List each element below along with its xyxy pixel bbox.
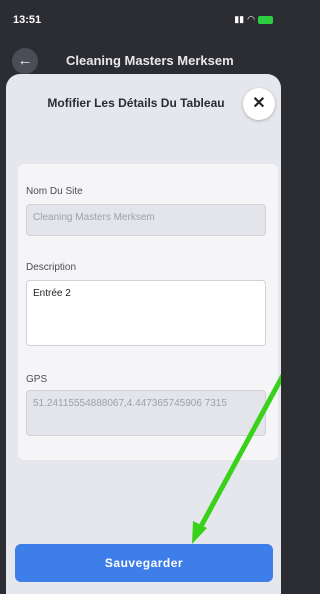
edit-modal: Mofifier Les Détails Du Tableau ✕ Nom Du…: [6, 74, 281, 594]
wifi-icon: ◠: [247, 14, 255, 24]
arrow-left-icon: ←: [17, 52, 33, 69]
site-name-field[interactable]: Cleaning Masters Merksem: [26, 204, 266, 236]
save-button[interactable]: Sauvegarder: [15, 544, 273, 582]
close-button[interactable]: ✕: [243, 88, 275, 120]
back-button[interactable]: ←: [12, 48, 38, 74]
status-icons: ▮▮ ◠: [234, 14, 273, 25]
gps-label: GPS: [26, 374, 48, 385]
form-card: Nom Du Site Cleaning Masters Merksem Des…: [18, 164, 278, 460]
close-icon: ✕: [252, 95, 266, 112]
description-field[interactable]: Entrée 2: [26, 280, 266, 346]
site-name-label: Nom Du Site: [26, 186, 83, 197]
gps-field[interactable]: 51.24115554888067,4.447365745906 7315: [26, 390, 266, 436]
status-bar: 13:51 ▮▮ ◠: [0, 0, 281, 40]
description-label: Description: [26, 262, 77, 273]
signal-icon: ▮▮: [234, 14, 245, 24]
modal-title: Mofifier Les Détails Du Tableau: [47, 96, 225, 110]
battery-charging-icon: [258, 15, 273, 24]
status-time: 13:51: [13, 14, 42, 26]
page-title: Cleaning Masters Merksem: [66, 53, 234, 68]
